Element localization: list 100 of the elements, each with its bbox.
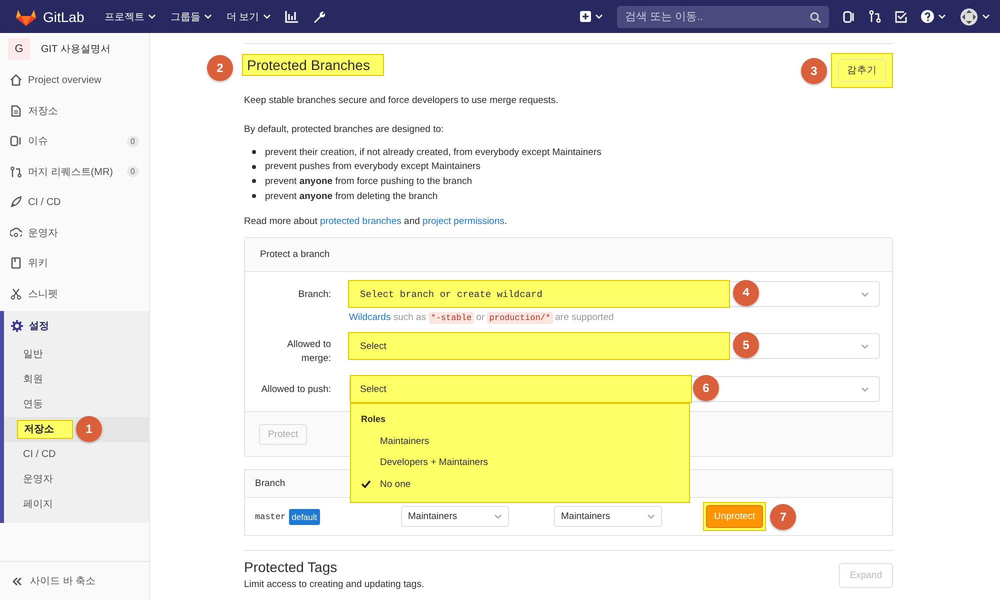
step-number-badge: 6 bbox=[693, 375, 719, 402]
plus-square-icon bbox=[580, 11, 591, 22]
bullet-icon bbox=[252, 164, 256, 169]
sidebar-subitem[interactable]: CI / CD bbox=[23, 446, 60, 462]
panel-header: Protect a branch bbox=[245, 238, 892, 272]
search-field[interactable]: 검색 또는 이동.. bbox=[617, 6, 829, 28]
question-icon bbox=[921, 10, 934, 23]
count-badge: 0 bbox=[126, 166, 139, 178]
chart-icon[interactable] bbox=[285, 10, 298, 22]
nav-menu[interactable]: 프로젝트 bbox=[104, 10, 156, 24]
description-text: Keep stable branches secure and force developers to use merge requests. bbox=[244, 94, 560, 107]
document-icon bbox=[10, 104, 22, 117]
sidebar-item[interactable]: 이슈 0 bbox=[0, 126, 149, 156]
role-select[interactable]: Maintainers bbox=[554, 506, 662, 528]
rocket-icon bbox=[10, 196, 22, 208]
caret-icon bbox=[204, 14, 212, 19]
gitlab-logo[interactable]: GitLab bbox=[16, 8, 84, 26]
count-badge: 0 bbox=[126, 136, 139, 147]
link[interactable]: project permissions bbox=[422, 216, 504, 228]
dropdown-option[interactable]: No one bbox=[361, 473, 679, 495]
step-number-badge: 2 bbox=[207, 55, 233, 81]
search-icon bbox=[810, 12, 821, 22]
wrench-icon[interactable] bbox=[312, 10, 326, 23]
issues-icon[interactable] bbox=[843, 10, 855, 22]
link[interactable]: protected branches bbox=[320, 216, 402, 228]
bullet-icon bbox=[252, 194, 256, 198]
column-header: Branch bbox=[255, 478, 286, 490]
merge-request-icon[interactable] bbox=[869, 10, 881, 23]
hint-text: Wildcards such as *-stable or production/* are supported bbox=[349, 312, 615, 324]
hide-button[interactable]: 감추기 bbox=[838, 59, 886, 82]
dropdown-option[interactable]: Developers + Maintainers bbox=[361, 452, 679, 474]
caret-icon bbox=[595, 14, 603, 19]
caret-icon bbox=[861, 386, 869, 392]
branch-name: master bbox=[255, 512, 286, 522]
new-menu-button[interactable] bbox=[580, 11, 603, 22]
description-text: By default, protected branches are designed to: bbox=[244, 123, 445, 136]
caret-icon bbox=[494, 514, 502, 520]
nav-menu[interactable]: 더 보기 bbox=[226, 10, 272, 24]
nav-menu[interactable]: 그룹들 bbox=[170, 10, 212, 24]
list-item-text: prevent pushes from everybody except Maintainers bbox=[265, 161, 480, 172]
step-number-badge: 1 bbox=[76, 416, 102, 442]
list-item-text: prevent anyone from force pushing to the branch bbox=[265, 176, 472, 187]
issues-icon bbox=[10, 135, 22, 148]
sidebar-subitem[interactable]: 회원 bbox=[23, 369, 47, 389]
code-snippet: production/* bbox=[487, 312, 552, 324]
merge-request-icon bbox=[10, 166, 22, 178]
book-icon bbox=[10, 257, 22, 270]
help-menu[interactable] bbox=[921, 10, 946, 23]
sidebar-subitem[interactable]: 저장소 bbox=[17, 420, 73, 438]
section-title: Protected Branches bbox=[242, 54, 384, 76]
sidebar-item[interactable]: 위키 bbox=[0, 248, 149, 278]
step-number-badge: 4 bbox=[733, 280, 759, 306]
collapse-sidebar-link[interactable]: 사이드 바 축소 bbox=[0, 561, 149, 600]
sidebar-subitem[interactable]: 운영자 bbox=[23, 469, 57, 489]
sidebar-subitem[interactable]: 페이지 bbox=[23, 494, 57, 514]
step-number-badge: 3 bbox=[801, 58, 827, 84]
section-title: Protected Tags bbox=[244, 559, 338, 576]
sidebar-item[interactable]: CI / CD bbox=[0, 187, 149, 218]
caret-icon bbox=[938, 14, 946, 19]
caret-icon bbox=[647, 514, 655, 520]
read-more-text: Read more about protected branches and project permissions. bbox=[244, 215, 508, 228]
role-select[interactable]: Select 5 bbox=[349, 333, 880, 360]
branch-select[interactable]: Select branch or create wildcard 4 bbox=[349, 281, 880, 308]
field-label: Branch: bbox=[297, 288, 331, 302]
scissors-icon bbox=[10, 288, 22, 300]
sidebar-item[interactable]: 저장소 bbox=[0, 96, 149, 126]
cloud-icon bbox=[10, 226, 22, 239]
description-text: Limit access to creating and updating tags. bbox=[244, 578, 424, 592]
sidebar-item[interactable]: 설정 bbox=[4, 311, 149, 342]
sidebar-item[interactable]: 운영자 bbox=[0, 218, 149, 248]
caret-icon bbox=[982, 14, 990, 19]
fox-icon bbox=[16, 8, 36, 26]
bullet-icon bbox=[252, 179, 256, 184]
sidebar-item[interactable]: Project overview bbox=[0, 65, 149, 96]
todo-check-icon[interactable] bbox=[895, 10, 907, 22]
user-menu[interactable] bbox=[960, 8, 990, 26]
project-avatar: G bbox=[8, 38, 30, 60]
sidebar-item[interactable]: 머지 리퀘스트(MR) 0 bbox=[0, 156, 149, 187]
list-item-text: prevent anyone from deleting the branch bbox=[265, 190, 438, 202]
field-label: Allowed to push: bbox=[260, 383, 331, 398]
step-number-badge: 5 bbox=[733, 332, 759, 358]
caret-icon bbox=[861, 292, 869, 297]
field-label: Allowed to merge: bbox=[286, 338, 331, 366]
double-chevron-icon bbox=[12, 576, 22, 586]
role-select[interactable]: Maintainers bbox=[401, 506, 509, 528]
caret-icon bbox=[148, 14, 156, 19]
dropdown-header: Roles bbox=[361, 414, 387, 424]
dropdown-option[interactable]: Maintainers bbox=[361, 430, 679, 452]
avatar-icon bbox=[960, 8, 978, 26]
caret-icon bbox=[861, 344, 869, 349]
gear-icon bbox=[11, 320, 23, 332]
caret-icon bbox=[263, 14, 272, 19]
step-number-badge: 7 bbox=[770, 504, 796, 530]
code-snippet: *-stable bbox=[428, 312, 474, 324]
sidebar-subitem[interactable]: 일반 bbox=[23, 344, 47, 364]
project-name[interactable]: GIT 사용설명서 bbox=[41, 42, 110, 56]
sidebar-subitem[interactable]: 연동 bbox=[23, 394, 47, 414]
home-icon bbox=[10, 74, 22, 86]
sidebar-item[interactable]: 스니펫 bbox=[0, 278, 149, 309]
link[interactable]: Wildcards bbox=[349, 312, 391, 324]
